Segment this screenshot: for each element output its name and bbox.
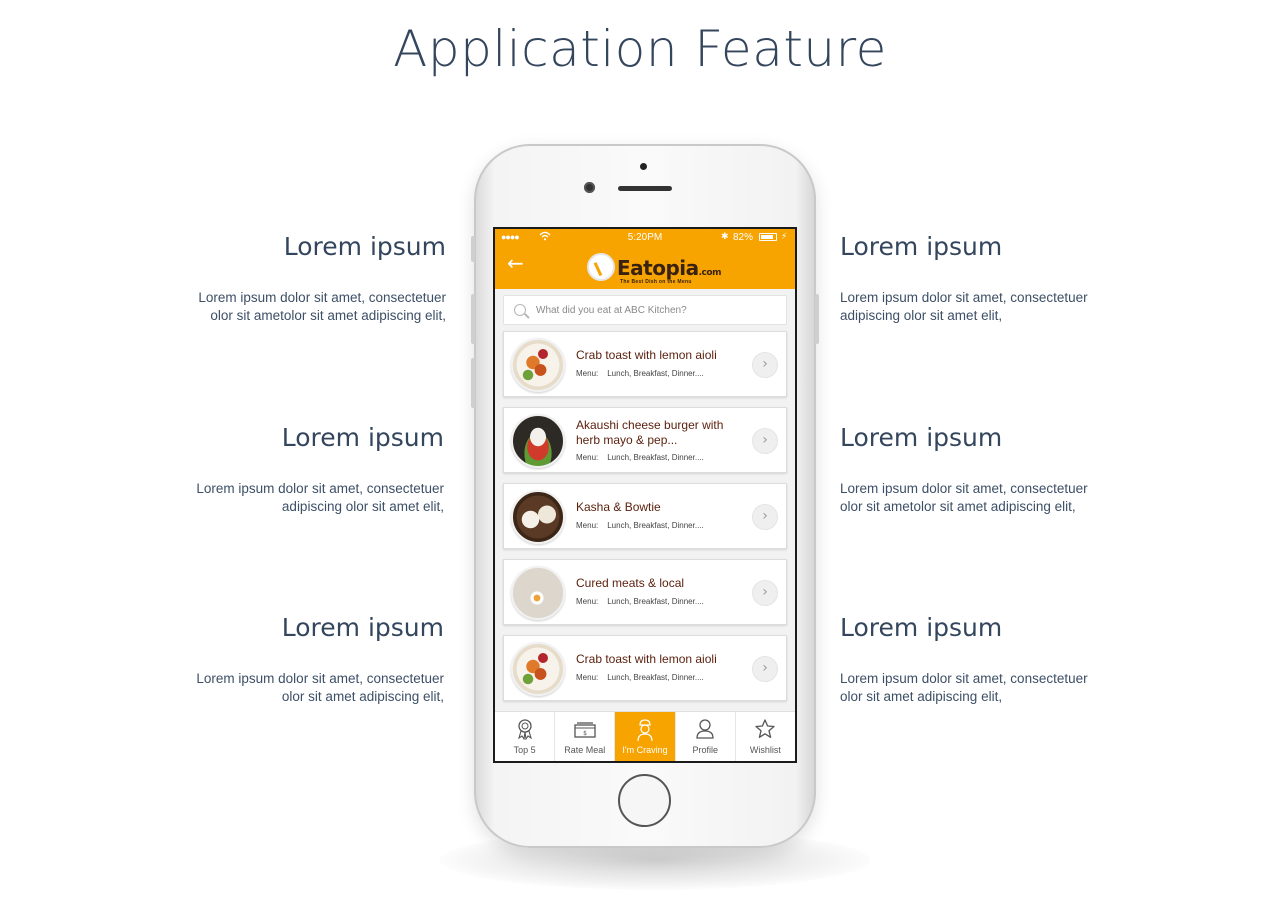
power-button bbox=[815, 294, 819, 344]
tab-profile[interactable]: Profile bbox=[676, 712, 736, 761]
dish-menu: Menu: Lunch, Breakfast, Dinner.... bbox=[576, 673, 704, 682]
feature-right-2: Lorem ipsum Lorem ipsum dolor sit amet, … bbox=[840, 423, 1110, 516]
dish-thumbnail bbox=[511, 490, 565, 544]
dish-name: Cured meats & local bbox=[576, 576, 685, 590]
award-icon bbox=[495, 712, 554, 744]
dish-name: Crab toast with lemon aioli bbox=[576, 348, 717, 362]
tab-label: Wishlist bbox=[749, 745, 781, 755]
tab-rate-meal[interactable]: $ Rate Meal bbox=[555, 712, 616, 761]
search-bar[interactable] bbox=[503, 295, 787, 325]
feature-right-3: Lorem ipsum Lorem ipsum dolor sit amet, … bbox=[840, 613, 1110, 706]
brand-logo: Eatopia.com The Best Dish on the Menu bbox=[587, 247, 721, 285]
feature-text: Lorem ipsum dolor sit amet, consectetuer… bbox=[840, 290, 1088, 323]
feature-heading: Lorem ipsum bbox=[840, 423, 1003, 452]
chevron-right-icon[interactable]: › bbox=[752, 428, 778, 454]
page-title: Application Feature bbox=[393, 20, 887, 78]
tab-wishlist[interactable]: Wishlist bbox=[736, 712, 795, 761]
brand-name: Eatopia.com bbox=[617, 256, 721, 280]
list-item[interactable]: Crab toast with lemon aioli Menu: Lunch, … bbox=[503, 635, 787, 701]
tab-label: Top 5 bbox=[513, 745, 536, 755]
feature-heading: Lorem ipsum bbox=[840, 613, 1003, 642]
front-camera bbox=[584, 182, 595, 193]
dish-menu: Menu: Lunch, Breakfast, Dinner.... bbox=[576, 521, 704, 530]
battery-percent: 82% bbox=[733, 232, 754, 243]
star-icon bbox=[736, 712, 795, 744]
tab-label: Rate Meal bbox=[564, 745, 606, 755]
volume-down-button bbox=[471, 358, 475, 408]
dish-menu: Menu: Lunch, Breakfast, Dinner.... bbox=[576, 369, 704, 378]
tab-label: I'm Craving bbox=[622, 745, 668, 755]
back-arrow-icon[interactable]: ← bbox=[507, 253, 524, 273]
chevron-right-icon[interactable]: › bbox=[752, 580, 778, 606]
dish-thumbnail bbox=[511, 338, 565, 392]
dish-name: Kasha & Bowtie bbox=[576, 500, 661, 514]
chevron-right-icon[interactable]: › bbox=[752, 504, 778, 530]
brand-tagline: The Best Dish on the Menu bbox=[620, 279, 692, 285]
bluetooth-icon: ✱ bbox=[721, 231, 729, 241]
volume-up-button bbox=[471, 294, 475, 344]
charging-icon: ⚡ bbox=[781, 231, 788, 241]
feature-heading: Lorem ipsum bbox=[281, 423, 444, 452]
tab-im-craving[interactable]: I'm Craving bbox=[615, 712, 676, 761]
phone-mockup: ●●●● 5:20PM ✱ 82% ⚡ ← Eatopia.com The Be… bbox=[471, 144, 819, 848]
dish-thumbnail bbox=[511, 566, 565, 620]
dish-list: Crab toast with lemon aioli Menu: Lunch, … bbox=[503, 331, 787, 711]
feature-text: Lorem ipsum dolor sit amet, consectetuer… bbox=[198, 290, 446, 323]
list-item[interactable]: Akaushi cheese burger with herb mayo & p… bbox=[503, 407, 787, 473]
list-item[interactable]: Cured meats & local Menu: Lunch, Breakfas… bbox=[503, 559, 787, 625]
chevron-right-icon[interactable]: › bbox=[752, 352, 778, 378]
feature-text: Lorem ipsum dolor sit amet, consectetuer… bbox=[196, 671, 444, 704]
svg-text:$: $ bbox=[583, 730, 587, 737]
rate-meal-icon: $ bbox=[555, 712, 614, 744]
search-icon bbox=[514, 304, 526, 316]
list-item[interactable]: Crab toast with lemon aioli Menu: Lunch, … bbox=[503, 331, 787, 397]
feature-left-1: Lorem ipsum Lorem ipsum dolor sit amet, … bbox=[176, 232, 446, 325]
dish-thumbnail bbox=[511, 414, 565, 468]
feature-text: Lorem ipsum dolor sit amet, consectetuer… bbox=[840, 481, 1088, 514]
dish-menu: Menu: Lunch, Breakfast, Dinner.... bbox=[576, 597, 704, 606]
feature-left-3: Lorem ipsum Lorem ipsum dolor sit amet, … bbox=[174, 613, 444, 706]
feature-text: Lorem ipsum dolor sit amet, consectetuer… bbox=[196, 481, 444, 514]
bottom-tab-bar: Top 5 $ Rate Meal I'm Craving Profile Wi… bbox=[495, 711, 795, 761]
list-item[interactable]: Kasha & Bowtie Menu: Lunch, Breakfast, Di… bbox=[503, 483, 787, 549]
earpiece-speaker bbox=[618, 186, 672, 191]
dish-name: Akaushi cheese burger with herb mayo & p… bbox=[576, 418, 724, 447]
home-button[interactable] bbox=[618, 774, 671, 827]
search-input[interactable] bbox=[536, 296, 781, 324]
sensor-dot bbox=[640, 163, 647, 170]
battery-icon bbox=[759, 233, 777, 241]
logo-plate-icon bbox=[587, 253, 615, 281]
side-button bbox=[471, 236, 475, 262]
dish-menu: Menu: Lunch, Breakfast, Dinner.... bbox=[576, 453, 704, 462]
app-header: ●●●● 5:20PM ✱ 82% ⚡ ← Eatopia.com The Be… bbox=[495, 229, 795, 289]
user-icon bbox=[676, 712, 735, 744]
feature-heading: Lorem ipsum bbox=[281, 613, 444, 642]
feature-heading: Lorem ipsum bbox=[283, 232, 446, 261]
feature-left-2: Lorem ipsum Lorem ipsum dolor sit amet, … bbox=[174, 423, 444, 516]
feature-text: Lorem ipsum dolor sit amet, consectetuer… bbox=[840, 671, 1088, 704]
app-screen: ●●●● 5:20PM ✱ 82% ⚡ ← Eatopia.com The Be… bbox=[493, 227, 797, 763]
tab-label: Profile bbox=[692, 745, 718, 755]
dish-thumbnail bbox=[511, 642, 565, 696]
feature-heading: Lorem ipsum bbox=[840, 232, 1003, 261]
tab-top-5[interactable]: Top 5 bbox=[495, 712, 556, 761]
status-bar: ●●●● 5:20PM ✱ 82% ⚡ bbox=[495, 229, 795, 245]
chef-icon bbox=[615, 712, 674, 744]
chevron-right-icon[interactable]: › bbox=[752, 656, 778, 682]
feature-right-1: Lorem ipsum Lorem ipsum dolor sit amet, … bbox=[840, 232, 1110, 325]
dish-name: Crab toast with lemon aioli bbox=[576, 652, 717, 666]
